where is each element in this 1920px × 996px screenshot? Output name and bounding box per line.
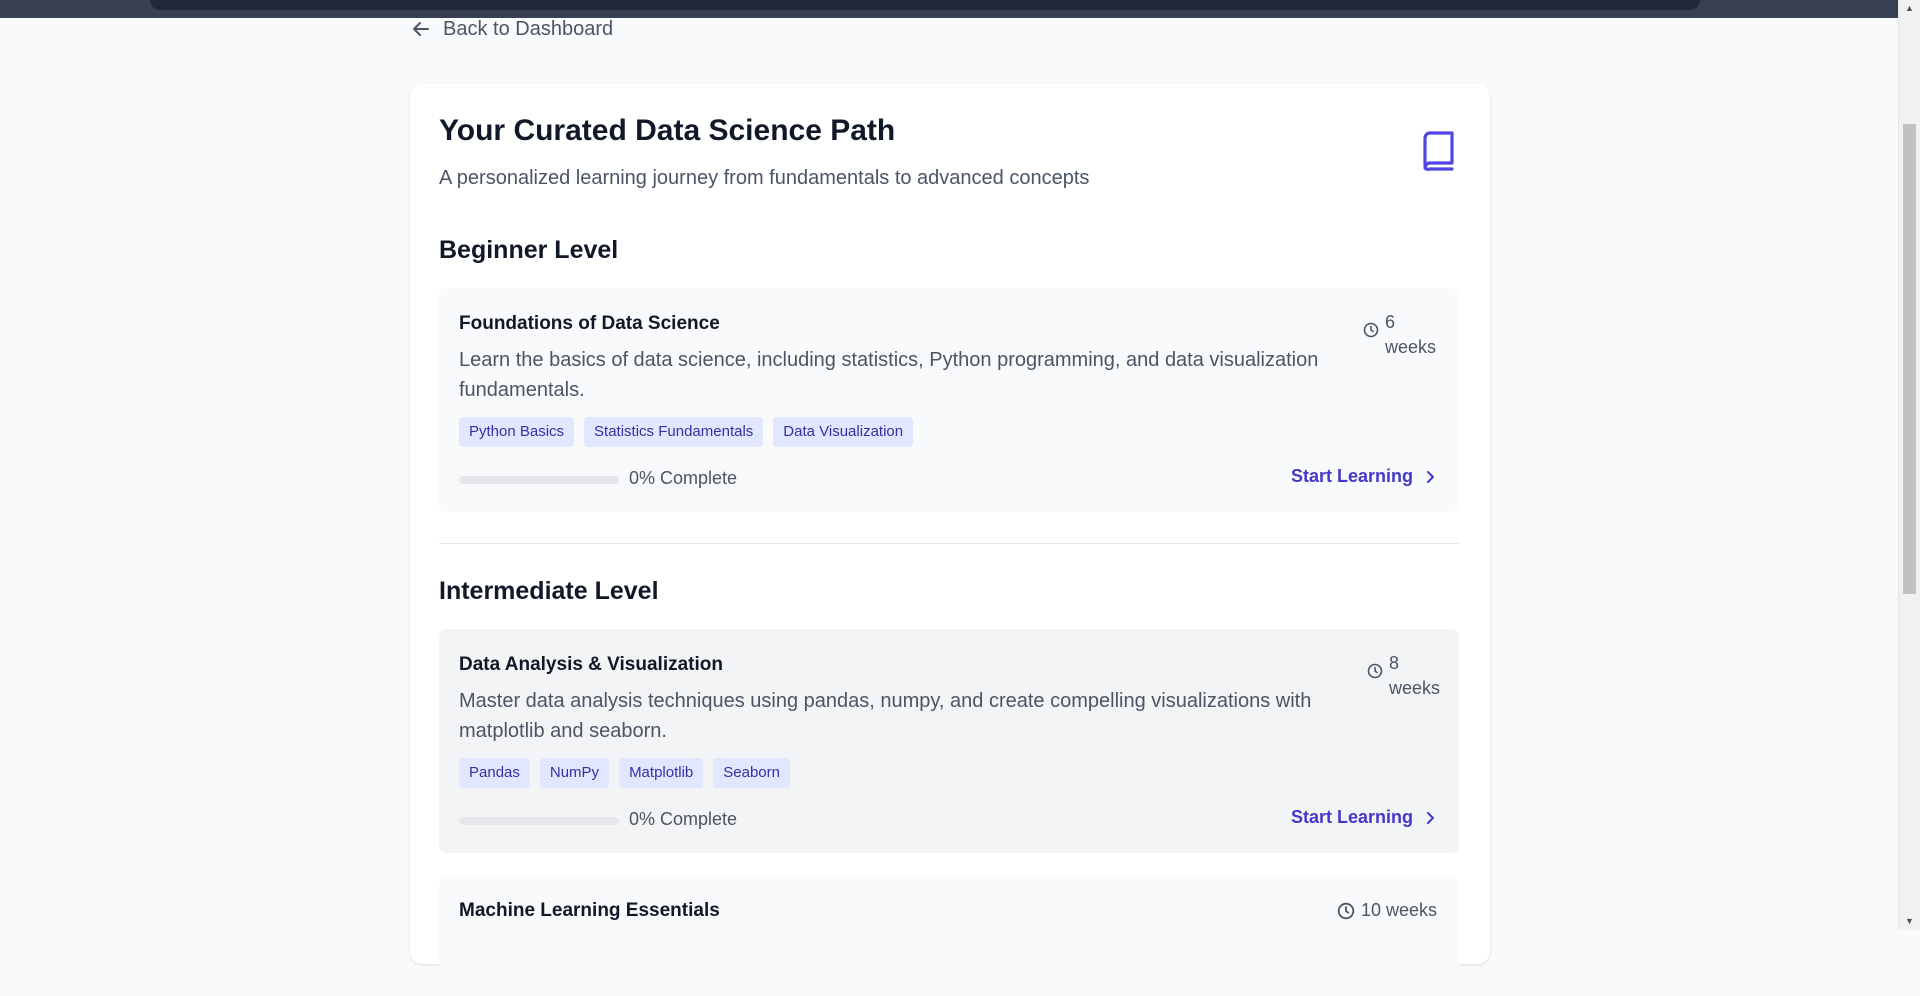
clock-icon [1367, 663, 1383, 679]
duration-unit: weeks [1389, 678, 1441, 698]
tag: Python Basics [459, 417, 575, 447]
course-duration: 8 weeks [1367, 651, 1441, 701]
scrollbar-thumb[interactable] [1903, 124, 1916, 594]
scroll-down-arrow-icon[interactable]: ▼ [1899, 913, 1920, 930]
start-learning-label: Start Learning [1290, 466, 1413, 486]
level-heading-beginner: Beginner Level [439, 236, 619, 264]
progress-bar [459, 817, 619, 825]
progress-bar [459, 476, 619, 484]
tag: Pandas [459, 758, 530, 788]
browser-top-bar [0, 0, 1899, 18]
chevron-right-icon [1427, 470, 1434, 483]
duration-text: 10 weeks [1360, 900, 1437, 920]
tag: Statistics Fundamentals [584, 417, 764, 447]
progress-label: 0% Complete [629, 468, 738, 488]
level-heading-intermediate: Intermediate Level [439, 577, 659, 605]
back-to-dashboard-link[interactable]: Back to Dashboard [411, 16, 613, 42]
clock-icon [1363, 322, 1379, 338]
course-description: Learn the basics of data science, includ… [459, 349, 1319, 401]
course-title: Foundations of Data Science [459, 313, 720, 334]
start-learning-button[interactable]: Start Learning [1291, 466, 1437, 487]
clock-icon [1337, 902, 1355, 920]
browser-address-bar[interactable] [150, 0, 1700, 10]
start-learning-label: Start Learning [1290, 807, 1413, 827]
duration-value: 8 [1389, 653, 1400, 673]
course-duration: 10 weeks [1337, 898, 1437, 923]
scroll-up-arrow-icon[interactable]: ▲ [1899, 0, 1920, 17]
tag: Seaborn [713, 758, 790, 788]
tag: Matplotlib [619, 758, 704, 788]
course-duration: 6 weeks [1363, 310, 1437, 360]
page-scrollbar[interactable]: ▲ ▼ [1898, 0, 1920, 930]
course-card: Machine Learning Essentials 10 weeks [439, 876, 1459, 996]
arrow-left-icon [413, 22, 429, 36]
start-learning-button[interactable]: Start Learning [1291, 807, 1437, 828]
page-title: Your Curated Data Science Path [439, 114, 896, 147]
book-icon [1423, 131, 1454, 171]
course-description: Master data analysis techniques using pa… [459, 690, 1312, 742]
tag: NumPy [539, 758, 610, 788]
section-divider [439, 543, 1459, 544]
learning-path-card: Your Curated Data Science Path A persona… [410, 84, 1490, 996]
back-link-label: Back to Dashboard [443, 17, 614, 40]
course-tags: Pandas NumPy Matplotlib Seaborn [459, 758, 790, 788]
duration-unit: weeks [1385, 337, 1437, 357]
course-title: Data Analysis & Visualization [459, 654, 723, 675]
tag: Data Visualization [773, 417, 914, 447]
course-card: Data Analysis & Visualization Master dat… [439, 629, 1459, 853]
duration-value: 6 [1385, 312, 1396, 332]
course-tags: Python Basics Statistics Fundamentals Da… [459, 417, 914, 447]
chevron-right-icon [1427, 811, 1434, 824]
course-card: Foundations of Data Science Learn the ba… [439, 288, 1459, 512]
course-title: Machine Learning Essentials [459, 900, 720, 921]
progress-label: 0% Complete [629, 809, 738, 829]
page-subtitle: A personalized learning journey from fun… [439, 167, 1090, 189]
